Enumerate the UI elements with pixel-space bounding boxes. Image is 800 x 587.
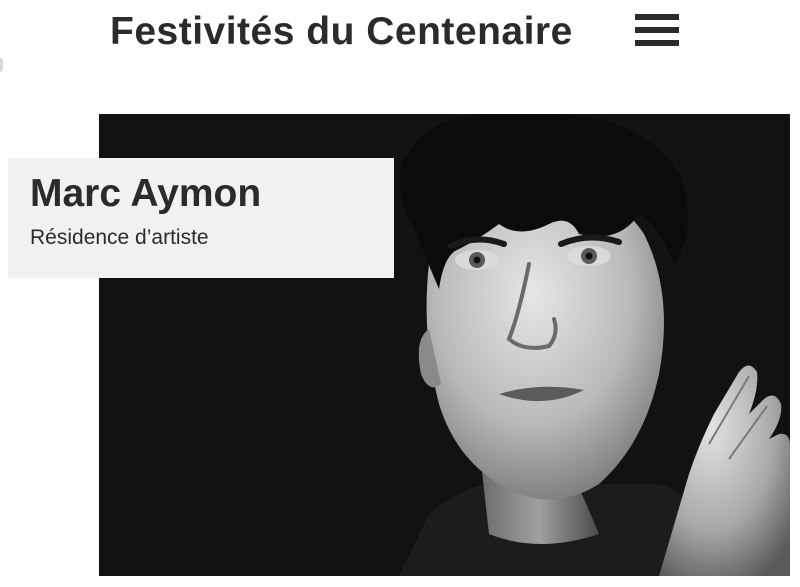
- artist-name: Marc Aymon: [30, 172, 262, 215]
- artist-name-card: Marc Aymon Résidence d’artiste: [0, 158, 394, 278]
- menu-bar: [635, 27, 679, 33]
- page: Festivités du Centenaire Marc Aymon Rési…: [0, 0, 800, 587]
- right-pupil: [585, 252, 593, 260]
- left-pupil: [473, 256, 481, 264]
- site-title[interactable]: Festivités du Centenaire: [110, 10, 573, 54]
- site-header: Festivités du Centenaire: [0, 0, 800, 70]
- artist-role: Résidence d’artiste: [30, 226, 209, 249]
- menu-bar: [635, 40, 679, 46]
- menu-bar: [635, 14, 679, 20]
- hamburger-menu-icon[interactable]: [632, 14, 682, 50]
- scroll-edge-indicator: [0, 58, 3, 72]
